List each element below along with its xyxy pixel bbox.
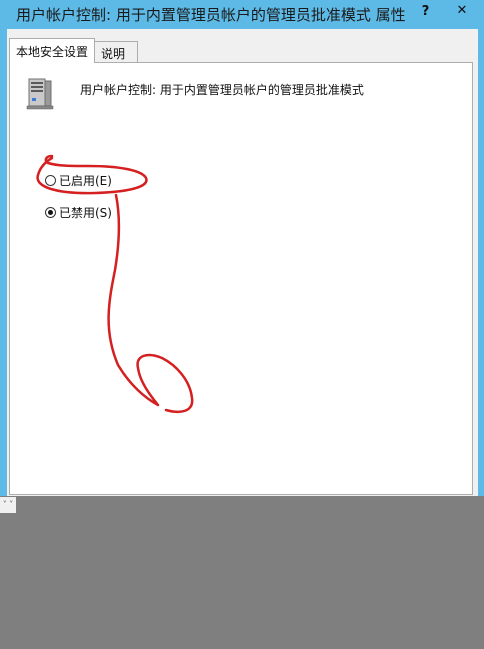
radio-option-disabled[interactable]: 已禁用(S) <box>45 204 112 221</box>
radio-button-enabled[interactable] <box>45 175 56 186</box>
tab-label: 说明 <box>101 47 126 61</box>
radio-option-enabled[interactable]: 已启用(E) <box>45 172 112 189</box>
resize-grip-icon[interactable]: ˅ ˅ <box>0 497 16 513</box>
radio-button-disabled[interactable] <box>45 207 56 218</box>
close-button[interactable]: ✕ <box>440 0 484 21</box>
tab-explain[interactable]: 说明 <box>94 41 138 62</box>
policy-name: 用户帐户控制: 用于内置管理员帐户的管理员批准模式 <box>80 83 364 97</box>
window-title: 用户帐户控制: 用于内置管理员帐户的管理员批准模式 属性 <box>16 6 406 24</box>
server-icon <box>26 78 54 110</box>
title-bar[interactable]: 用户帐户控制: 用于内置管理员帐户的管理员批准模式 属性 ? ✕ <box>0 0 484 29</box>
settings-panel <box>9 62 473 495</box>
window-left-border <box>0 29 7 496</box>
radio-label-enabled: 已启用(E) <box>59 174 112 188</box>
window-right-border <box>478 29 484 496</box>
radio-label-disabled: 已禁用(S) <box>59 206 112 220</box>
help-button[interactable]: ? <box>413 0 438 22</box>
close-icon: ✕ <box>456 3 468 18</box>
tab-local-security-setting[interactable]: 本地安全设置 <box>9 38 95 63</box>
screen: 用户帐户控制: 用于内置管理员帐户的管理员批准模式 属性 ? ✕ 说明 本地安全… <box>0 0 484 649</box>
tab-label: 本地安全设置 <box>16 45 89 59</box>
help-icon: ? <box>421 3 430 19</box>
